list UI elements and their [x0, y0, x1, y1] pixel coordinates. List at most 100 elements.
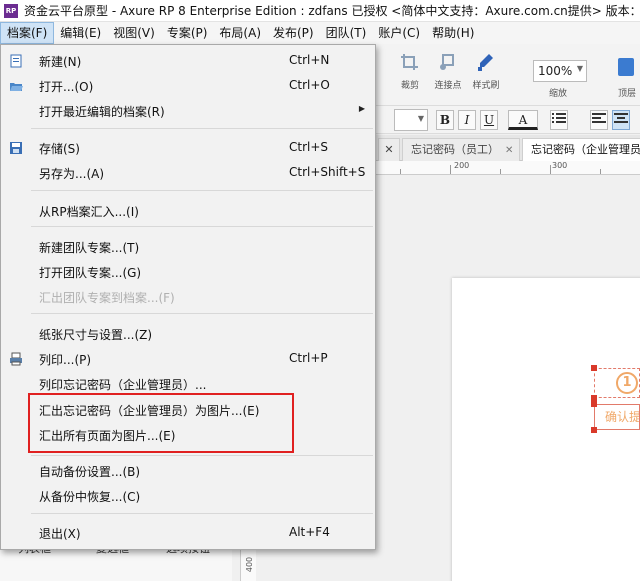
- italic-button[interactable]: I: [458, 110, 476, 130]
- menu-item-shortcut: Ctrl+S: [289, 140, 329, 154]
- menu-item-shortcut: Ctrl+O: [289, 78, 330, 92]
- connection-point-icon: [437, 52, 459, 72]
- tab-label: 忘记密码（企业管理员）: [531, 143, 640, 156]
- menu-item-label: 打开最近编辑的档案(R): [39, 105, 165, 119]
- menu-item-new[interactable]: 新建(N) Ctrl+N: [1, 49, 377, 73]
- format-painter-label: 样式刷: [472, 81, 500, 91]
- menu-view[interactable]: 视图(V): [107, 22, 161, 44]
- menu-item-shortcut: Alt+F4: [289, 525, 330, 539]
- menu-arrange[interactable]: 布局(A): [213, 22, 267, 44]
- open-folder-icon: [9, 79, 23, 93]
- chevron-down-icon: ▼: [576, 64, 583, 73]
- menu-item-shortcut: Ctrl+Shift+S: [289, 165, 366, 179]
- menu-item-page-setup[interactable]: 纸张尺寸与设置...(Z): [1, 322, 377, 346]
- menu-item-label: 自动备份设置...(B): [39, 465, 141, 479]
- chevron-down-icon: ▼: [417, 114, 424, 123]
- menu-item-shortcut: Ctrl+N: [289, 53, 330, 67]
- window-title: 资金云平台原型 - Axure RP 8 Enterprise Edition …: [24, 4, 640, 18]
- menu-item-restore-from-backup[interactable]: 从备份中恢复...(C): [1, 484, 377, 508]
- menu-item-label: 汇出团队专案到档案...(F): [39, 291, 175, 305]
- menu-item-open-team-project[interactable]: 打开团队专案...(G): [1, 260, 377, 284]
- bring-to-front-icon[interactable]: [618, 58, 634, 76]
- tab-forgot-password-employee[interactable]: 忘记密码（员工） ✕: [402, 138, 521, 161]
- menu-separator: [31, 455, 373, 456]
- menu-item-open[interactable]: 打开...(O) Ctrl+O: [1, 74, 377, 98]
- font-color-button[interactable]: A: [508, 110, 538, 130]
- menu-item-label: 列印...(P): [39, 353, 92, 367]
- save-icon: [9, 141, 23, 155]
- zoom-select[interactable]: 100% ▼: [533, 60, 587, 82]
- align-center-icon: [614, 113, 628, 123]
- menu-separator: [31, 226, 373, 227]
- underline-button[interactable]: U: [480, 110, 498, 130]
- menu-item-label: 另存为...(A): [39, 167, 105, 181]
- annotation-highlight-box: [28, 393, 294, 453]
- bring-to-front-label: 顶层: [618, 89, 637, 99]
- resize-handle[interactable]: [591, 401, 597, 407]
- menu-item-save-as[interactable]: 另存为...(A) Ctrl+Shift+S: [1, 161, 377, 185]
- align-center-button[interactable]: [612, 110, 630, 130]
- tab-forgot-password-admin[interactable]: 忘记密码（企业管理员）: [522, 138, 640, 161]
- menu-item-label: 从RP档案汇入...(I): [39, 205, 139, 219]
- menu-separator: [31, 513, 373, 514]
- ruler-label: 200: [454, 161, 470, 170]
- menu-item-export-team-project: 汇出团队专案到档案...(F): [1, 285, 377, 309]
- app-window: RP 资金云平台原型 - Axure RP 8 Enterprise Editi…: [0, 0, 640, 581]
- format-painter-tool[interactable]: 样式刷: [466, 52, 506, 91]
- menu-item-save[interactable]: 存储(S) Ctrl+S: [1, 136, 377, 160]
- menu-item-auto-backup-settings[interactable]: 自动备份设置...(B): [1, 459, 377, 483]
- crop-label: 裁剪: [400, 81, 419, 91]
- tab-close-previous[interactable]: ✕: [378, 138, 400, 161]
- menu-item-label: 纸张尺寸与设置...(Z): [39, 328, 153, 342]
- menu-separator: [31, 128, 373, 129]
- connection-point-tool[interactable]: 连接点: [428, 52, 468, 91]
- zoom-value: 100%: [538, 64, 573, 78]
- font-color-label: A: [518, 113, 528, 127]
- align-left-icon: [592, 113, 606, 123]
- menu-item-print[interactable]: 列印...(P) Ctrl+P: [1, 347, 377, 371]
- submenu-arrow-icon: ▶: [358, 104, 365, 113]
- print-icon: [9, 352, 23, 366]
- connection-point-label: 连接点: [434, 81, 462, 91]
- resize-handle[interactable]: [591, 427, 597, 433]
- menu-item-new-team-project[interactable]: 新建团队专案...(T): [1, 235, 377, 259]
- format-painter-icon: [475, 52, 497, 72]
- menu-item-open-recent[interactable]: 打开最近编辑的档案(R) ▶: [1, 99, 377, 123]
- align-left-button[interactable]: [590, 110, 608, 130]
- menu-item-label: 新建(N): [39, 55, 82, 69]
- axure-logo-icon: RP: [4, 3, 18, 18]
- bold-button[interactable]: B: [436, 110, 454, 130]
- menu-item-exit[interactable]: 退出(X) Alt+F4: [1, 521, 377, 545]
- menu-item-label: 新建团队专案...(T): [39, 241, 140, 255]
- step-badge[interactable]: 1: [616, 372, 638, 394]
- menu-item-label: 退出(X): [39, 527, 81, 541]
- menu-item-label: 打开...(O): [39, 80, 94, 94]
- confirm-button-widget[interactable]: 确认提: [594, 404, 640, 430]
- ruler-label: 300: [552, 161, 568, 170]
- crop-tool[interactable]: 裁剪: [390, 52, 430, 91]
- close-icon: ✕: [384, 143, 394, 156]
- bullet-list-button[interactable]: [550, 110, 568, 130]
- menu-file[interactable]: 档案(F): [0, 22, 55, 44]
- bullet-list-icon: [552, 113, 566, 123]
- menu-item-label: 列印忘记密码（企业管理员）...: [39, 378, 207, 392]
- menu-item-label: 打开团队专案...(G): [39, 266, 142, 280]
- menu-account[interactable]: 账户(C): [372, 22, 426, 44]
- resize-handle[interactable]: [591, 365, 597, 371]
- menu-separator: [31, 313, 373, 314]
- menu-publish[interactable]: 发布(P): [267, 22, 320, 44]
- menu-team[interactable]: 团队(T): [320, 22, 373, 44]
- new-file-icon: [9, 54, 23, 68]
- ruler-label: 400: [245, 556, 255, 573]
- menu-item-shortcut: Ctrl+P: [289, 351, 328, 365]
- font-size-select[interactable]: ▼: [394, 109, 428, 131]
- menu-help[interactable]: 帮助(H): [426, 22, 480, 44]
- tab-label: 忘记密码（员工）: [411, 143, 499, 156]
- file-menu-dropdown: 新建(N) Ctrl+N 打开...(O) Ctrl+O 打开最近编辑的档案(R…: [0, 44, 376, 550]
- menu-bar: 档案(F) 编辑(E) 视图(V) 专案(P) 布局(A) 发布(P) 团队(T…: [0, 22, 640, 44]
- menu-project[interactable]: 专案(P): [161, 22, 214, 44]
- close-icon[interactable]: ✕: [505, 145, 513, 156]
- menu-edit[interactable]: 编辑(E): [54, 22, 107, 44]
- menu-item-import-rp[interactable]: 从RP档案汇入...(I): [1, 199, 377, 223]
- menu-separator: [31, 190, 373, 191]
